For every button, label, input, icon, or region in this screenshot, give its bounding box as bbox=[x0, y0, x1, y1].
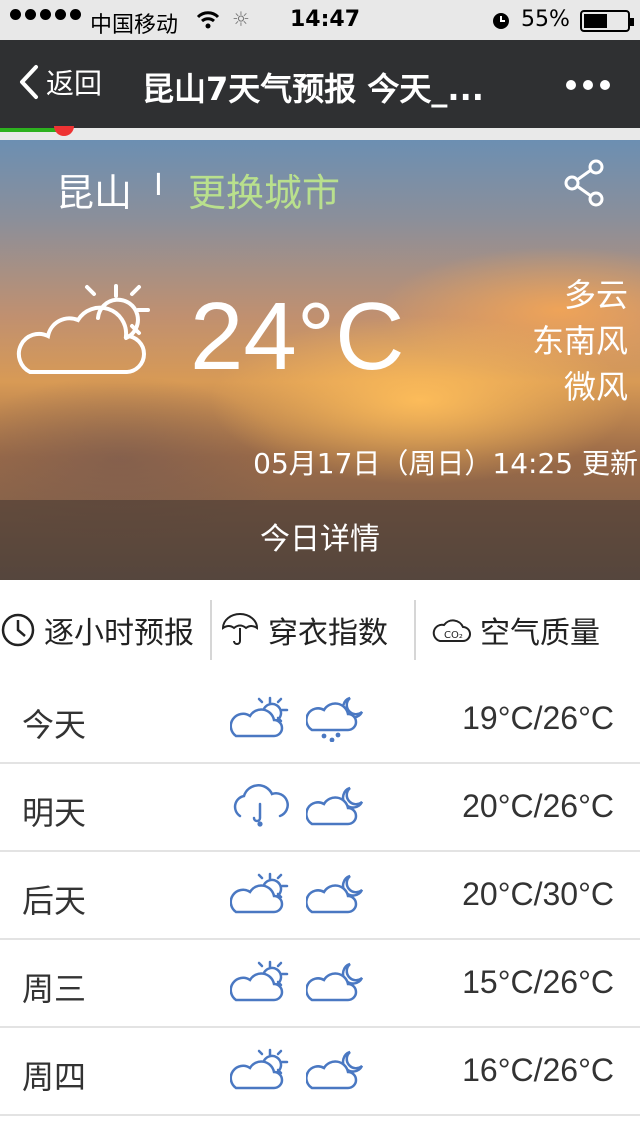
forecast-row[interactable]: 后天 20°C/30°C bbox=[0, 852, 640, 940]
partly-cloudy-icon bbox=[229, 694, 290, 746]
night-cloudy-icon bbox=[305, 782, 366, 834]
battery-icon bbox=[580, 10, 634, 32]
partly-cloudy-icon bbox=[229, 1046, 290, 1098]
forecast-day: 周四 bbox=[22, 1058, 87, 1096]
partly-cloudy-icon bbox=[229, 870, 290, 922]
daily-forecast-list: 今天 19°C/26°C 明天 20°C/26°C 后天 20°C/30°C 周… bbox=[0, 676, 640, 1116]
partly-cloudy-icon bbox=[8, 280, 158, 384]
tab-clothing-index[interactable]: 穿衣指数 bbox=[220, 600, 388, 660]
night-cloudy-icon bbox=[305, 1046, 366, 1098]
temperature-range: 20°C/30°C bbox=[462, 876, 614, 912]
tab-air-quality[interactable]: CO₂ 空气质量 bbox=[432, 600, 600, 660]
night-cloudy-icon bbox=[305, 958, 366, 1010]
tab-label: 穿衣指数 bbox=[268, 616, 388, 651]
signal-strength-icon bbox=[10, 9, 81, 20]
temperature-range: 16°C/26°C bbox=[462, 1052, 614, 1088]
temperature-range: 20°C/26°C bbox=[462, 788, 614, 824]
tab-divider bbox=[414, 600, 416, 660]
rain-icon bbox=[230, 782, 290, 834]
status-time: 14:47 bbox=[290, 7, 361, 32]
co2-cloud-icon: CO₂ bbox=[432, 619, 471, 642]
forecast-tabs: 逐小时预报 穿衣指数 CO₂ 空气质量 bbox=[0, 580, 640, 680]
today-details-button[interactable]: 今日详情 bbox=[0, 500, 640, 580]
forecast-day: 明天 bbox=[22, 794, 87, 832]
svg-text:CO₂: CO₂ bbox=[444, 630, 463, 641]
temperature-range: 19°C/26°C bbox=[462, 700, 614, 736]
share-icon[interactable] bbox=[562, 158, 608, 212]
battery-percent: 55% bbox=[521, 7, 570, 32]
forecast-row[interactable]: 明天 20°C/26°C bbox=[0, 764, 640, 852]
back-label: 返回 bbox=[46, 67, 103, 100]
page-title: 昆山7天气预报 今天_... bbox=[142, 70, 484, 108]
night-cloudy-icon bbox=[305, 870, 366, 922]
alarm-icon bbox=[490, 9, 512, 37]
wind-level: 微风 bbox=[563, 368, 628, 406]
forecast-row[interactable]: 周三 15°C/26°C bbox=[0, 940, 640, 1028]
update-time: 05月17日（周日）14:25 更新 bbox=[253, 447, 638, 480]
change-city-link[interactable]: 更换城市 bbox=[188, 162, 340, 217]
tab-divider bbox=[210, 600, 212, 660]
city-name: 昆山 bbox=[56, 171, 133, 215]
status-bar: 中国移动 ☼ 14:47 55% bbox=[0, 0, 640, 40]
tab-hourly-forecast[interactable]: 逐小时预报 bbox=[0, 600, 194, 660]
weather-condition: 多云 bbox=[563, 276, 628, 314]
wifi-icon bbox=[196, 10, 220, 36]
back-button[interactable]: 返回 bbox=[18, 62, 102, 102]
forecast-day: 今天 bbox=[22, 706, 87, 744]
current-temperature: 24°C bbox=[190, 283, 405, 390]
more-menu-button[interactable] bbox=[566, 80, 610, 90]
page-load-progress bbox=[0, 126, 640, 140]
tab-label: 逐小时预报 bbox=[44, 616, 194, 651]
night-rain-icon bbox=[305, 694, 366, 746]
umbrella-icon bbox=[221, 613, 259, 645]
forecast-day: 后天 bbox=[22, 882, 87, 920]
city-separator: I bbox=[154, 168, 163, 203]
temperature-range: 15°C/26°C bbox=[462, 964, 614, 1000]
carrier-name: 中国移动 bbox=[90, 13, 179, 38]
tab-label: 空气质量 bbox=[480, 616, 600, 651]
nav-bar: 返回 昆山7天气预报 今天_... bbox=[0, 40, 640, 128]
forecast-row[interactable]: 周四 16°C/26°C bbox=[0, 1028, 640, 1116]
wind-direction: 东南风 bbox=[531, 322, 628, 360]
forecast-row[interactable]: 今天 19°C/26°C bbox=[0, 676, 640, 764]
clock-icon bbox=[1, 613, 35, 647]
partly-cloudy-icon bbox=[229, 958, 290, 1010]
current-weather-panel: 昆山 I 更换城市 24°C 多云 东南风 微风 05月17日（周日）14:25… bbox=[0, 140, 640, 580]
chevron-left-icon bbox=[20, 65, 38, 99]
forecast-day: 周三 bbox=[22, 970, 87, 1008]
condition-block: 多云 东南风 微风 bbox=[532, 272, 628, 410]
activity-spinner-icon: ☼ bbox=[232, 7, 250, 31]
